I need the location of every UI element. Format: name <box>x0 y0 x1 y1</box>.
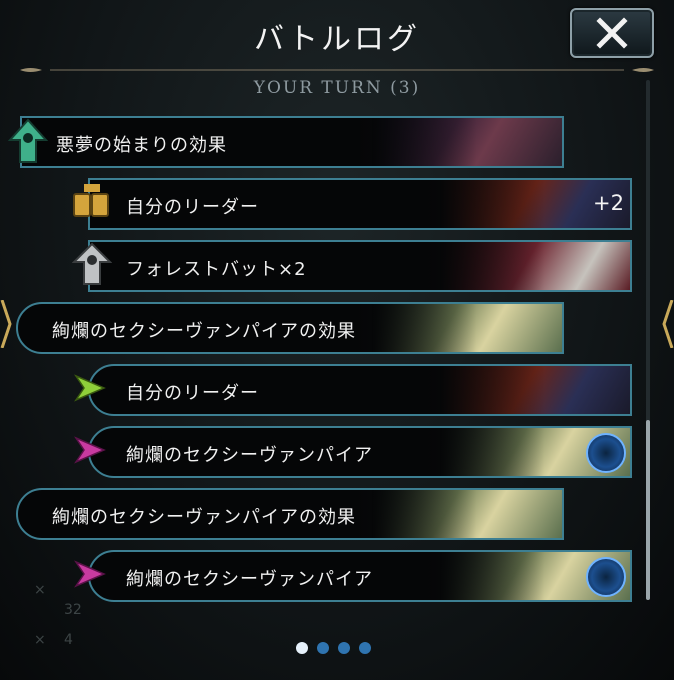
card-art <box>440 242 630 290</box>
header: バトルログ <box>0 0 674 66</box>
page-dot[interactable] <box>359 642 371 654</box>
entry-value: +2 <box>593 191 624 215</box>
entry-label: 絢爛のセクシーヴァンパイアの効果 <box>52 321 356 342</box>
log-entry[interactable]: 絢爛のセクシーヴァンパイアの効果 <box>16 488 564 540</box>
amulet-up-icon <box>8 118 48 163</box>
page-dot[interactable] <box>338 642 350 654</box>
spiral-icon <box>586 557 626 597</box>
page-dot[interactable] <box>317 642 329 654</box>
log-entry[interactable]: 自分のリーダー <box>88 364 632 416</box>
right-edge-ornament <box>662 300 674 348</box>
entry-label: 絢爛のセクシーヴァンパイアの効果 <box>52 507 356 528</box>
log-entry[interactable]: 絢爛のセクシーヴァンパイア <box>88 550 632 602</box>
card-art <box>440 366 630 414</box>
bg-text: 4 <box>64 632 73 648</box>
header-divider <box>20 68 654 72</box>
log-entry[interactable]: フォレストバット×2 <box>88 240 632 292</box>
entry-label: 自分のリーダー <box>126 197 259 218</box>
spiral-icon <box>586 433 626 473</box>
card-art <box>372 490 562 538</box>
scrollbar-thumb[interactable] <box>646 420 650 600</box>
close-button[interactable] <box>570 8 654 58</box>
turn-label: YOUR TURN (3) <box>253 78 421 98</box>
bg-text: 32 <box>64 602 82 618</box>
close-icon <box>596 17 628 49</box>
arrow-target-icon <box>74 560 106 588</box>
entry-label: 悪夢の始まりの効果 <box>56 135 227 156</box>
log-entry[interactable]: 自分のリーダー +2 <box>88 178 632 230</box>
entry-label: 絢爛のセクシーヴァンパイア <box>126 445 373 466</box>
card-art <box>372 304 562 352</box>
bg-text: × <box>34 632 46 648</box>
arrow-target-icon <box>74 436 106 464</box>
log-entry[interactable]: 絢爛のセクシーヴァンパイア <box>88 426 632 478</box>
entry-label: 自分のリーダー <box>126 383 259 404</box>
cards-icon <box>73 184 109 217</box>
log-entry[interactable]: 絢爛のセクシーヴァンパイアの効果 <box>16 302 564 354</box>
page-dot[interactable] <box>296 642 308 654</box>
log-entry[interactable]: 悪夢の始まりの効果 <box>20 116 564 168</box>
battle-log-panel: バトルログ YOUR TURN (3) × 32 × 4 悪夢の始まりの効果 自… <box>0 0 674 680</box>
card-art <box>372 118 562 166</box>
arrow-target-icon <box>74 374 106 402</box>
entry-label: フォレストバット×2 <box>126 259 307 280</box>
bg-text: × <box>34 582 46 598</box>
left-edge-ornament <box>0 300 12 348</box>
entry-label: 絢爛のセクシーヴァンパイア <box>126 569 373 590</box>
summon-icon <box>72 242 112 285</box>
